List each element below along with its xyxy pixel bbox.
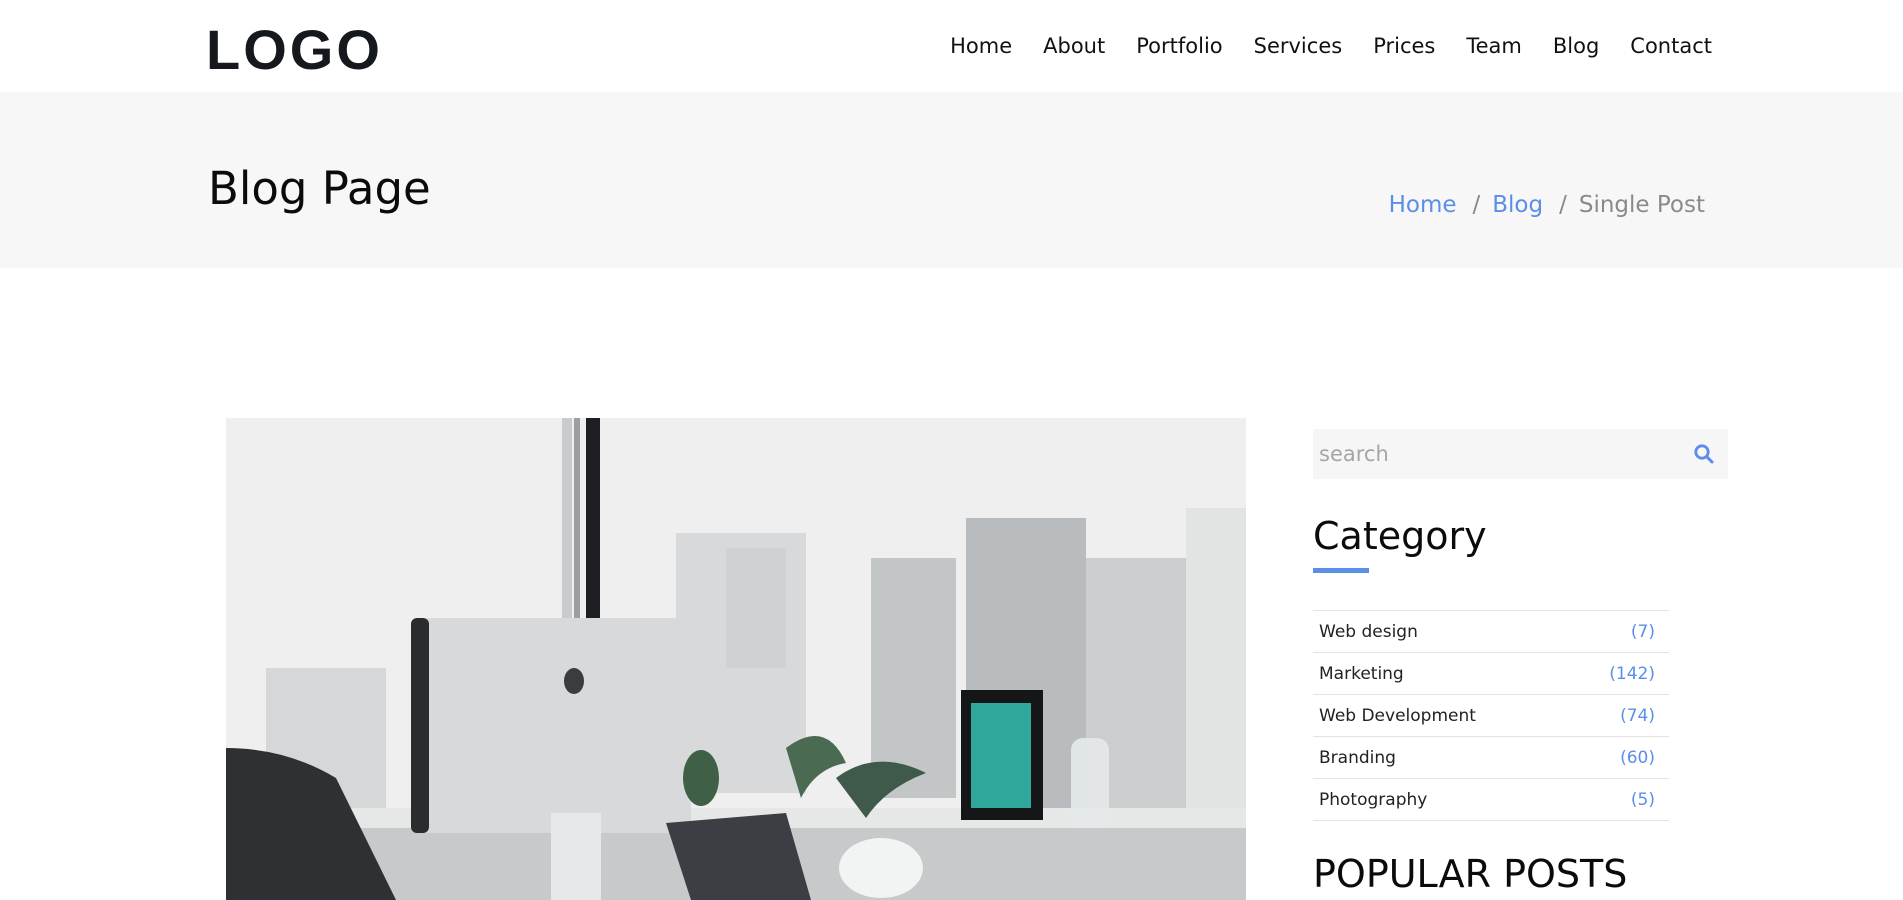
logo[interactable]: LOGO xyxy=(206,18,383,82)
category-count: (5) xyxy=(1630,789,1655,810)
category-item-marketing[interactable]: Marketing (142) xyxy=(1313,653,1669,695)
category-name: Web design xyxy=(1319,621,1418,642)
nav-portfolio[interactable]: Portfolio xyxy=(1136,32,1222,60)
breadcrumb: Home / Blog / Single Post xyxy=(1389,190,1705,220)
category-count: (7) xyxy=(1630,621,1655,642)
search-box xyxy=(1313,429,1728,479)
category-item-web-design[interactable]: Web design (7) xyxy=(1313,611,1669,653)
nav-home[interactable]: Home xyxy=(950,32,1012,60)
breadcrumb-current: Single Post xyxy=(1578,192,1705,218)
category-count: (60) xyxy=(1620,747,1655,768)
category-item-photography[interactable]: Photography (5) xyxy=(1313,779,1669,821)
post-featured-image xyxy=(226,418,1246,900)
nav-services[interactable]: Services xyxy=(1254,32,1343,60)
category-list: Web design (7) Marketing (142) Web Devel… xyxy=(1313,610,1669,821)
breadcrumb-home[interactable]: Home xyxy=(1389,190,1457,220)
heading-underline xyxy=(1313,568,1369,573)
category-name: Branding xyxy=(1319,747,1396,768)
popular-posts-heading: POPULAR POSTS xyxy=(1313,852,1628,896)
page-banner: Blog Page Home / Blog / Single Post xyxy=(0,92,1903,268)
category-count: (74) xyxy=(1620,705,1655,726)
nav-contact[interactable]: Contact xyxy=(1630,32,1712,60)
category-item-branding[interactable]: Branding (60) xyxy=(1313,737,1669,779)
nav-blog[interactable]: Blog xyxy=(1553,32,1599,60)
category-heading: Category xyxy=(1313,514,1487,558)
category-count: (142) xyxy=(1609,663,1655,684)
category-item-web-development[interactable]: Web Development (74) xyxy=(1313,695,1669,737)
search-input[interactable] xyxy=(1313,429,1673,479)
main-nav: Home About Portfolio Services Prices Tea… xyxy=(919,32,1712,60)
category-name: Marketing xyxy=(1319,663,1404,684)
page-title: Blog Page xyxy=(208,162,431,215)
breadcrumb-blog[interactable]: Blog xyxy=(1492,190,1543,220)
nav-prices[interactable]: Prices xyxy=(1373,32,1435,60)
site-header: LOGO Home About Portfolio Services Price… xyxy=(0,0,1903,92)
search-icon[interactable] xyxy=(1692,442,1716,466)
category-name: Web Development xyxy=(1319,705,1476,726)
nav-about[interactable]: About xyxy=(1043,32,1105,60)
category-name: Photography xyxy=(1319,789,1428,810)
breadcrumb-separator: / xyxy=(1472,192,1481,218)
breadcrumb-separator: / xyxy=(1559,192,1567,218)
nav-team[interactable]: Team xyxy=(1466,32,1522,60)
